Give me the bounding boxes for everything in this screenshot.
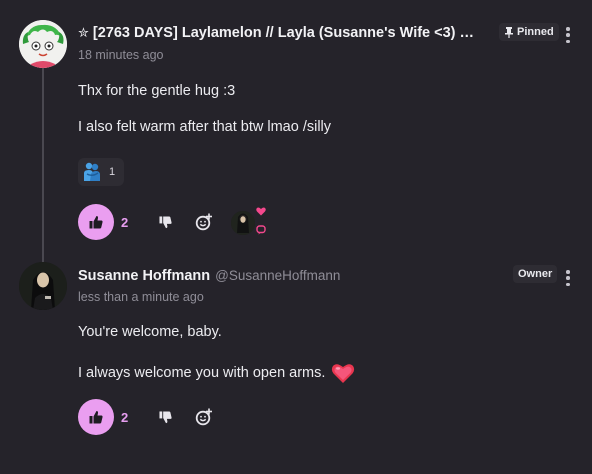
- avatar[interactable]: [19, 262, 67, 310]
- comment-actions: 2: [78, 399, 215, 435]
- thumbs-down-icon: [158, 410, 172, 423]
- comment-header: Susanne Hoffmann @SusanneHoffmann: [78, 268, 340, 284]
- comment-timestamp[interactable]: less than a minute ago: [78, 290, 204, 304]
- add-reaction-button[interactable]: [193, 406, 215, 428]
- like-count: 2: [121, 214, 129, 230]
- star-icon: ✮: [78, 25, 89, 40]
- hugging-people-icon: [84, 162, 100, 181]
- owner-label: Owner: [518, 268, 553, 280]
- comment-actions: 2: [78, 204, 269, 240]
- thumbs-down-icon: [158, 215, 172, 228]
- reacted-by-avatar[interactable]: [231, 207, 269, 237]
- heart-icon: [256, 207, 266, 216]
- more-options-icon[interactable]: [562, 269, 574, 287]
- comment-header: ✮ [2763 DAYS] Laylamelon // Layla (Susan…: [78, 25, 498, 41]
- dislike-button[interactable]: [155, 407, 175, 427]
- more-options-icon[interactable]: [562, 26, 574, 44]
- comment-paragraph: I also felt warm after that btw lmao /si…: [78, 119, 332, 135]
- author-handle[interactable]: @SusanneHoffmann: [215, 268, 340, 283]
- like-button[interactable]: [78, 204, 114, 240]
- avatar[interactable]: [19, 20, 67, 68]
- comment-paragraph: I always welcome you with open arms.: [78, 365, 326, 381]
- dislike-button[interactable]: [155, 212, 175, 232]
- add-emoji-icon: [195, 408, 212, 426]
- like-button[interactable]: [78, 399, 114, 435]
- pinned-badge: Pinned: [499, 23, 559, 41]
- heart-emoji-icon: [332, 364, 355, 383]
- author-name[interactable]: [2763 DAYS] Laylamelon // Layla (Susanne…: [93, 25, 474, 41]
- pin-icon: [505, 26, 513, 38]
- chat-bubble-icon: [256, 225, 266, 235]
- reaction-count: 1: [109, 166, 116, 178]
- reaction-chip[interactable]: 1: [78, 158, 124, 186]
- comment-paragraph-row: I always welcome you with open arms.: [78, 362, 355, 384]
- pinned-label: Pinned: [517, 26, 554, 38]
- reactor-avatar: [231, 211, 255, 235]
- comment-paragraph: You're welcome, baby.: [78, 324, 222, 340]
- like-count: 2: [121, 409, 129, 425]
- comment-thread: ✮ [2763 DAYS] Laylamelon // Layla (Susan…: [0, 0, 592, 474]
- add-emoji-icon: [195, 213, 212, 231]
- comment-paragraph: Thx for the gentle hug :3: [78, 83, 236, 99]
- owner-badge: Owner: [513, 265, 558, 283]
- thumbs-up-icon: [89, 216, 103, 229]
- thumbs-up-icon: [89, 411, 103, 424]
- comment-timestamp[interactable]: 18 minutes ago: [78, 48, 163, 62]
- author-name[interactable]: Susanne Hoffmann: [78, 268, 210, 284]
- thread-connector-line: [42, 68, 44, 264]
- add-reaction-button[interactable]: [193, 211, 215, 233]
